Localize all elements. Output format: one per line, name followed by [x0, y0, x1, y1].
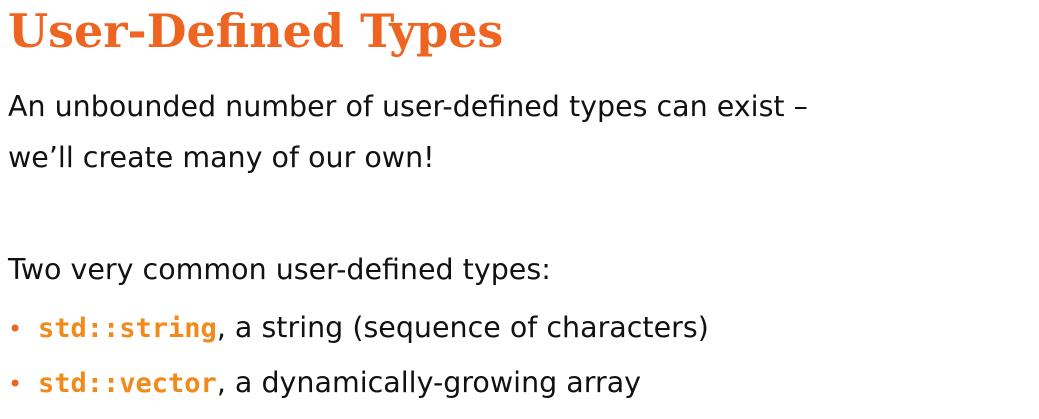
code-std-string: std::string — [38, 313, 217, 344]
paragraph-line-2: we’ll create many of our own! — [8, 141, 435, 174]
slide-title: User-Defined Types — [8, 4, 504, 58]
bullet-icon: • — [8, 315, 23, 343]
slide: User-Defined Types An unbounded number o… — [0, 0, 1039, 419]
code-std-vector: std::vector — [38, 368, 217, 399]
paragraph-line-1: An unbounded number of user-defined type… — [8, 90, 808, 123]
bullet-text: , a string (sequence of characters) — [216, 311, 709, 344]
bullet-icon: • — [8, 370, 23, 398]
bullet-intro: Two very common user-defined types: — [8, 253, 551, 286]
bullet-item-string: • std::string, a string (sequence of char… — [8, 308, 709, 349]
bullet-text: , a dynamically-growing array — [216, 366, 642, 399]
bullet-item-vector: • std::vector, a dynamically-growing arra… — [8, 363, 641, 404]
